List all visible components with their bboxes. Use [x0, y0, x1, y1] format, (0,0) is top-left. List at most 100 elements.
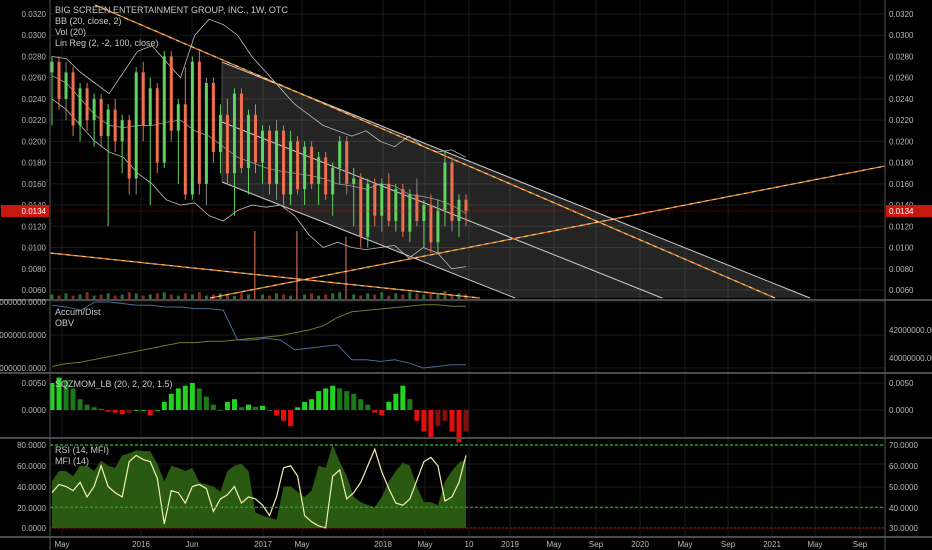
candle-body: [71, 72, 75, 126]
legend-vol[interactable]: Vol (20): [55, 27, 86, 37]
price-axis-label-left: 0.0220: [22, 116, 47, 125]
legend-obv[interactable]: OBV: [55, 318, 74, 328]
volume-bar: [78, 294, 82, 299]
sqzmom-bar: [196, 388, 202, 410]
volume-bar: [190, 294, 194, 299]
candle-body: [289, 141, 293, 195]
sqzmom-bar: [189, 383, 195, 410]
price-axis-label-right: 0.0180: [889, 159, 914, 168]
volume-bar: [85, 292, 89, 299]
volume-bar: [155, 293, 159, 299]
candle-body: [324, 157, 328, 195]
obv-axis-label: 40000000.0000: [889, 354, 932, 363]
price-axis-label-right: 0.0080: [889, 265, 914, 274]
time-label: 2016: [132, 540, 150, 549]
time-label: May: [546, 540, 561, 549]
volume-bar: [169, 294, 173, 299]
sqzmom-bar: [133, 410, 139, 411]
rsi-axis-label: 50.0000: [889, 483, 918, 492]
sqzmom-bar: [70, 388, 76, 410]
sqzmom-bar: [372, 410, 378, 413]
time-label: Sep: [853, 540, 868, 549]
sqzmom-bar: [393, 393, 399, 410]
volume-bar: [57, 295, 61, 299]
candle-body: [338, 141, 342, 168]
volume-bar: [387, 295, 391, 299]
candle-body: [183, 104, 187, 195]
sqzmom-bar: [295, 407, 301, 410]
price-axis-label-left: 0.0200: [22, 137, 47, 146]
candle-body: [99, 98, 103, 137]
sqzmom-bar: [449, 410, 455, 432]
legend-rsi[interactable]: RSI (14, MFI): [55, 445, 109, 455]
legend-accum-dist[interactable]: Accum/Dist: [55, 307, 101, 317]
time-label: Jun: [186, 540, 199, 549]
price-axis-label-right: 0.0240: [889, 95, 914, 104]
time-label: 2020: [631, 540, 649, 549]
legend-mfi[interactable]: MFI (14): [55, 456, 89, 466]
volume-bar: [268, 295, 272, 299]
price-axis-label-right: 0.0060: [889, 286, 914, 295]
volume-bar: [204, 295, 208, 299]
candle-body: [162, 56, 166, 163]
candle-body: [268, 130, 272, 184]
volume-bar: [239, 293, 243, 299]
sqzmom-bar: [337, 388, 343, 410]
candle-body: [218, 114, 222, 152]
volume-bar: [296, 231, 298, 299]
candle-body: [204, 82, 208, 184]
time-label: 10: [465, 540, 474, 549]
rsi-axis-label: 70.0000: [889, 441, 918, 450]
sqzmom-bar: [379, 410, 385, 416]
volume-bar: [331, 293, 335, 299]
price-axis-label-right: 0.0100: [889, 244, 914, 253]
legend-linreg[interactable]: Lin Reg (2, -2, 100, close): [55, 38, 159, 48]
last-price-label-left: 0.0134: [22, 207, 47, 216]
sqzmom-bar: [400, 385, 406, 410]
price-axis-label-left: 0.0120: [22, 222, 47, 231]
legend-bb[interactable]: BB (20, close, 2): [55, 16, 122, 26]
chart[interactable]: 0.0320 0.0320 0.0300 0.0300 0.0280 0.0280 0.02…: [0, 0, 932, 550]
legend-sqzmom[interactable]: SQZMOM_LB (20, 2, 20, 1.5): [55, 379, 173, 389]
volume-bar: [324, 294, 328, 299]
candle-body: [106, 109, 110, 137]
rsi-axis-label: 60.0000: [889, 462, 918, 471]
sqzmom-bar: [161, 401, 167, 410]
accum-dist-axis-label: -24000000.0000: [0, 364, 47, 373]
candle-body: [429, 205, 433, 243]
time-label: May: [417, 540, 432, 549]
sqzmom-bar: [210, 404, 216, 410]
volume-bar: [148, 294, 152, 299]
sqzmom-bar: [407, 399, 413, 410]
time-label: May: [54, 540, 69, 549]
sqzmom-bar: [323, 388, 329, 410]
sqzmom-bar: [421, 410, 427, 432]
candle-body: [464, 199, 468, 212]
volume-bar: [50, 294, 54, 299]
volume-bar: [401, 294, 405, 299]
candle-body: [394, 189, 398, 221]
candle-body: [190, 61, 194, 195]
time-label: 2017: [254, 540, 272, 549]
volume-bar: [197, 292, 201, 299]
volume-bar: [261, 294, 265, 299]
volume-bar: [373, 294, 377, 299]
volume-bar: [380, 292, 384, 299]
price-axis-label-right: 0.0160: [889, 180, 914, 189]
price-axis-label-right: 0.0220: [889, 116, 914, 125]
candle-body: [387, 183, 391, 221]
candle-body: [211, 82, 215, 152]
sqzmom-bar: [260, 405, 266, 410]
candle-body: [366, 183, 370, 237]
price-axis-label-left: 0.0060: [22, 286, 47, 295]
volume-bar: [92, 295, 96, 299]
sqzmom-bar: [245, 404, 251, 410]
volume-bar: [141, 295, 145, 299]
time-label: Sep: [721, 540, 736, 549]
sqzmom-bar: [168, 393, 174, 410]
candle-body: [169, 56, 173, 131]
volume-bar: [352, 294, 356, 299]
volume-bar: [282, 294, 286, 299]
candle-body: [113, 109, 117, 142]
volume-bar: [162, 292, 166, 299]
